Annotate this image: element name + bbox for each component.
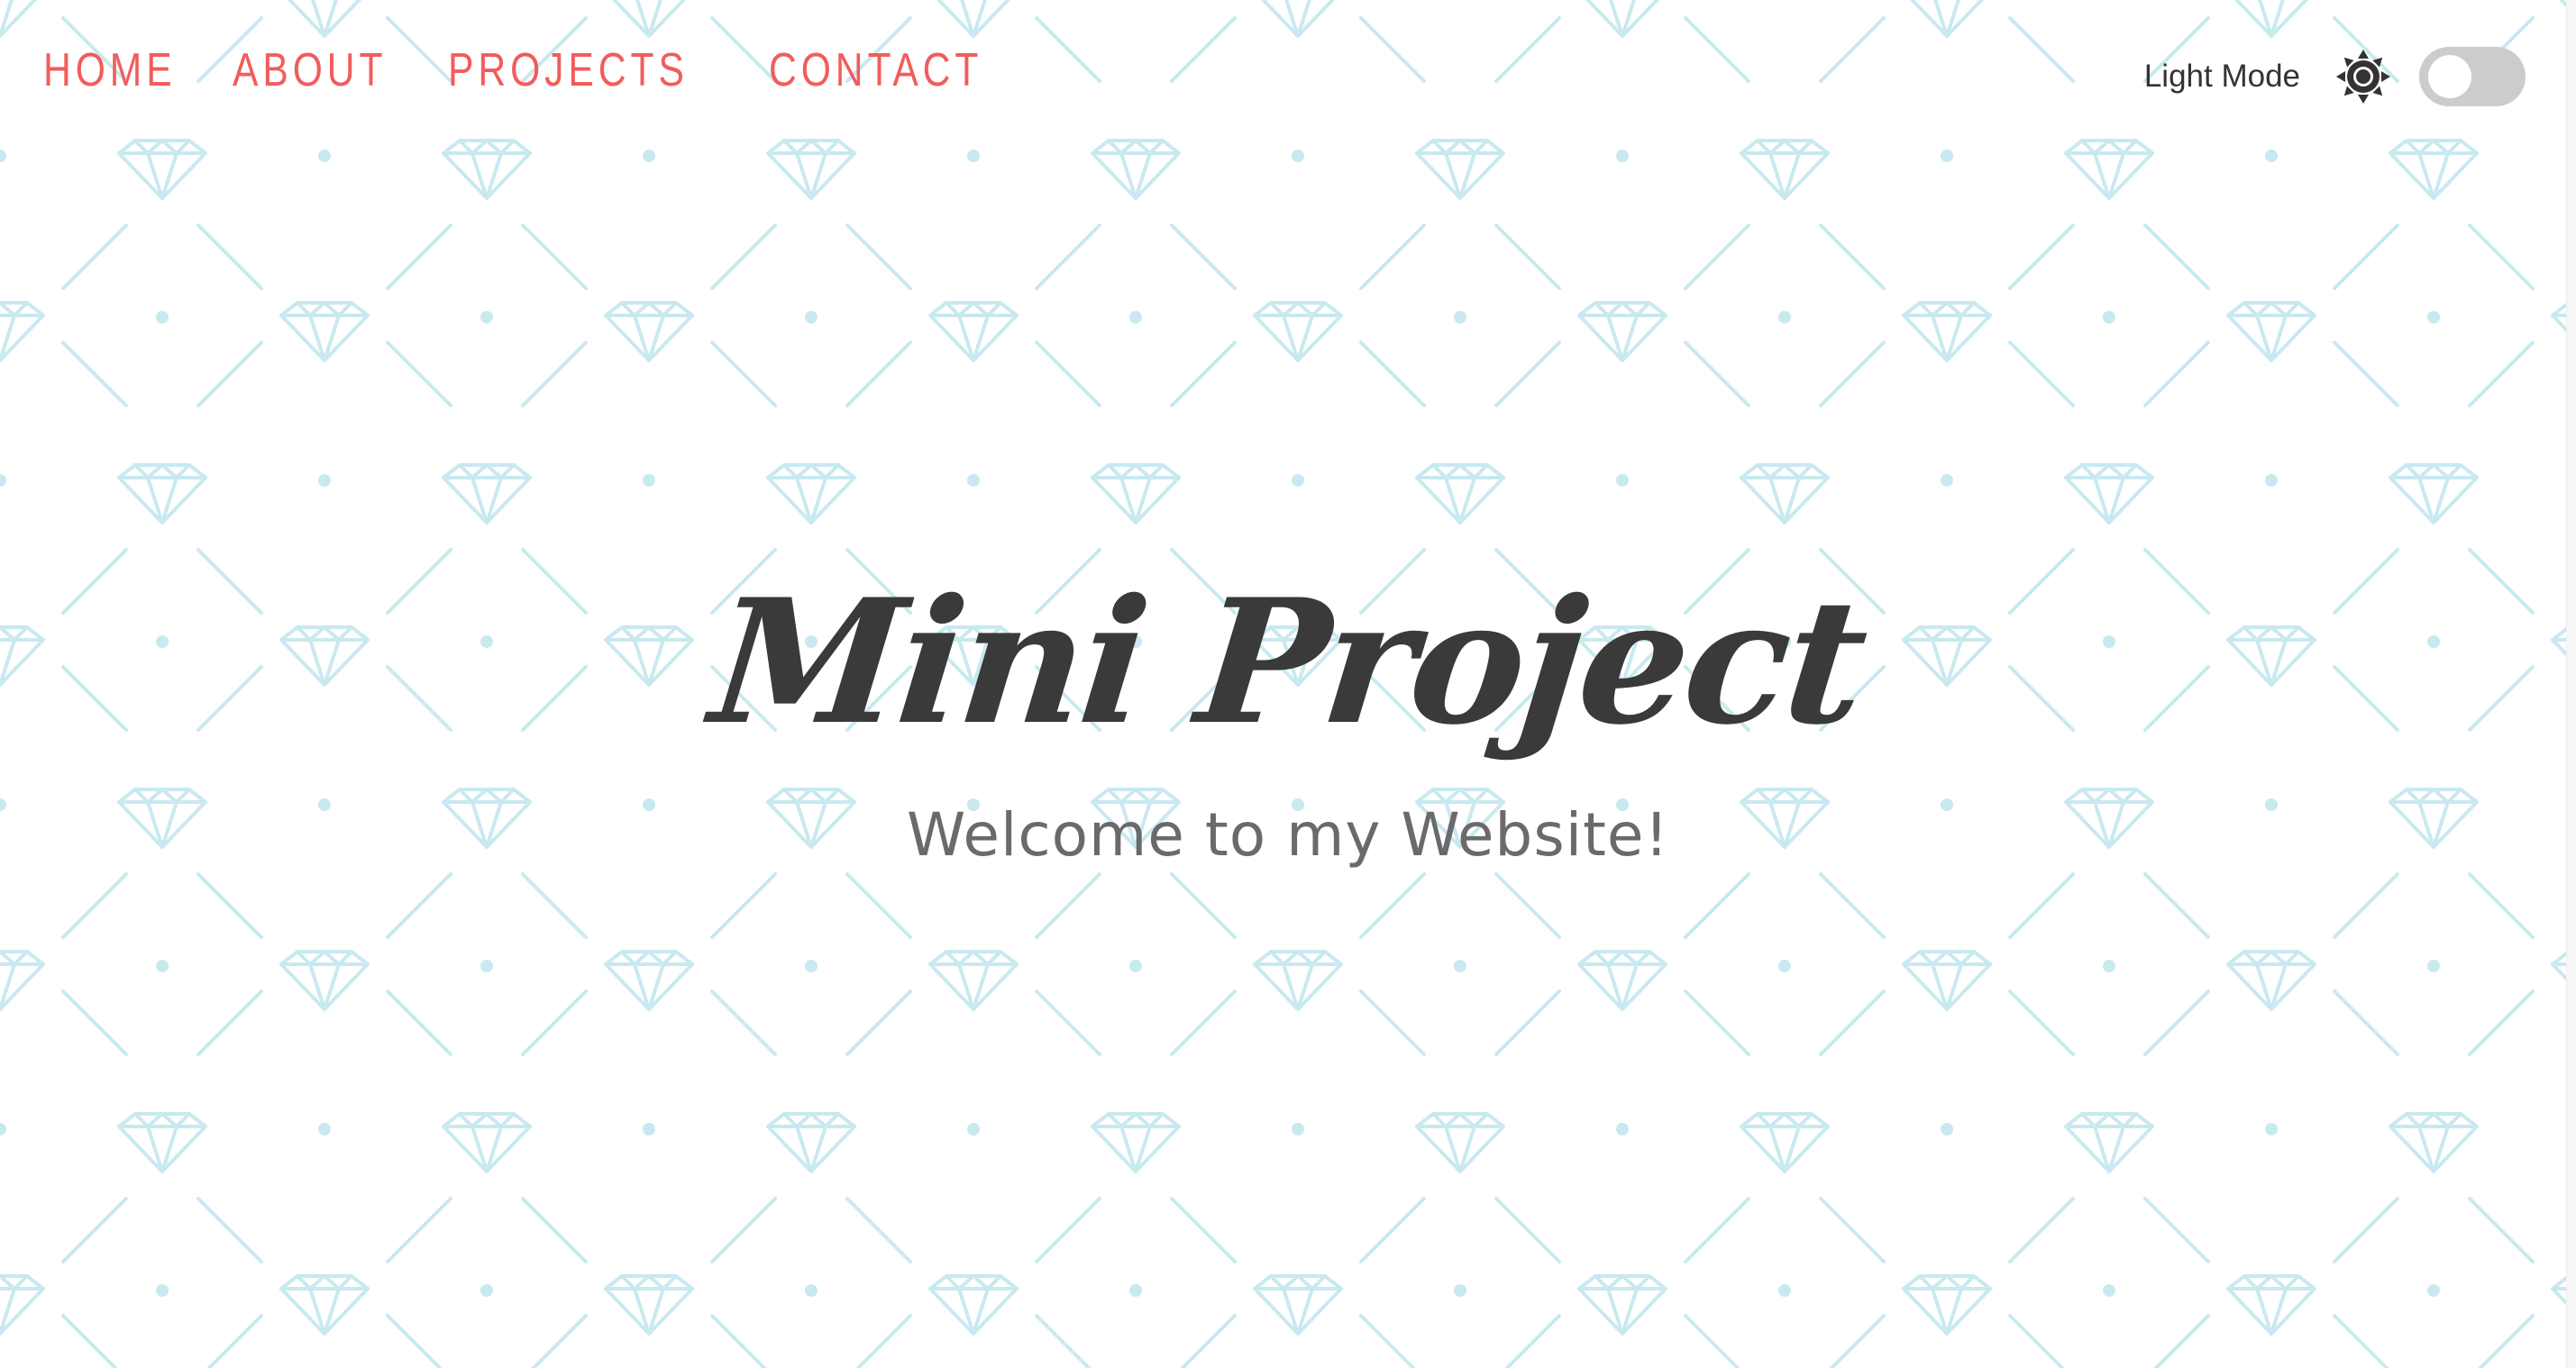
main-nav: HOME ABOUT PROJECTS CONTACT <box>43 43 993 97</box>
hero-subtitle: Welcome to my Website! <box>906 800 1669 870</box>
nav-link-about[interactable]: ABOUT <box>233 43 387 97</box>
dark-mode-toggle[interactable] <box>2419 47 2526 106</box>
toggle-knob <box>2428 55 2471 98</box>
hero-title: Mini Project <box>703 561 1873 762</box>
theme-mode-label: Light Mode <box>2143 59 2300 94</box>
page: HOME ABOUT PROJECTS CONTACT Light Mode M… <box>0 0 2576 1368</box>
nav-link-home[interactable]: HOME <box>43 43 177 97</box>
nav-link-projects[interactable]: PROJECTS <box>448 43 689 97</box>
page-scrollbar[interactable] <box>2566 0 2576 1368</box>
hero-section: Mini Project Welcome to my Website! <box>0 561 2576 870</box>
sun-icon <box>2336 50 2390 104</box>
theme-switcher: Light Mode <box>2144 47 2526 106</box>
nav-link-contact[interactable]: CONTACT <box>769 43 982 97</box>
